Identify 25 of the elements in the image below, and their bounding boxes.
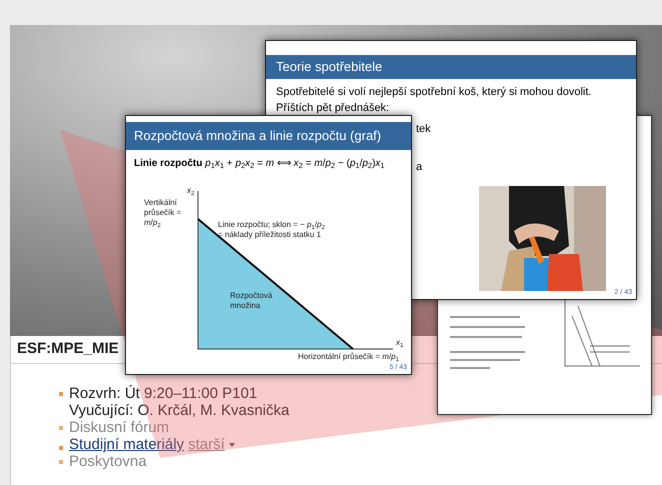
slide-text: Příštích pět přednášek: [276, 101, 390, 116]
course-info-text: Vyučující: O. Krčál, M. Kvasnička [69, 402, 290, 419]
slide-formula: Linie rozpočtu p$_{1}$x$_{1}$ + p$_{2}$x$_{2}$ = m ⟺ x$_{2}$ = m/p$_{2}$ − (p$_{1}$/p$_{2}$)x$_{1}$ [134, 157, 385, 171]
slide-text: tek [416, 122, 431, 137]
course-link[interactable]: Poskytovna [69, 453, 147, 470]
bullet-icon [59, 392, 63, 396]
bullet-icon [59, 446, 63, 450]
caret-icon[interactable] [228, 442, 235, 446]
slide-title: Teorie spotřebitele [266, 55, 636, 79]
course-code: ESF:MPE_MIE [17, 339, 119, 360]
intercept-label: Vertikální průsečík = m/p$_{2}$ [144, 198, 182, 228]
older-link[interactable]: starší [188, 436, 225, 453]
course-link[interactable]: Diskusní fórum [69, 419, 170, 436]
slide-title: Rozpočtová množina a linie rozpočtu (graf) [126, 122, 411, 150]
axis-label: x$_{2}$ [187, 186, 194, 196]
study-materials-link[interactable]: Studijní materiály [69, 436, 184, 453]
bullet-icon [59, 460, 63, 464]
course-info-text: Rozvrh: Út 9:20–11:00 P101 [69, 385, 258, 402]
region-label: Rozpočtová množina [230, 291, 274, 311]
slide-text: a [416, 160, 422, 175]
intercept-label: Horizontální průsečík = m/p$_{1}$ [298, 352, 399, 362]
bullet-icon [59, 426, 63, 430]
budget-line-label: Linie rozpočtu; sklon = − p$_{1}$/p$_{2}$ = náklady příležitosti statku 1 [218, 220, 326, 240]
axis-label: x$_{1}$ [396, 338, 404, 348]
slide-text: Spotřebitelé si volí nejlepší spotřební koš, který si mohou dovolit. [276, 85, 592, 100]
